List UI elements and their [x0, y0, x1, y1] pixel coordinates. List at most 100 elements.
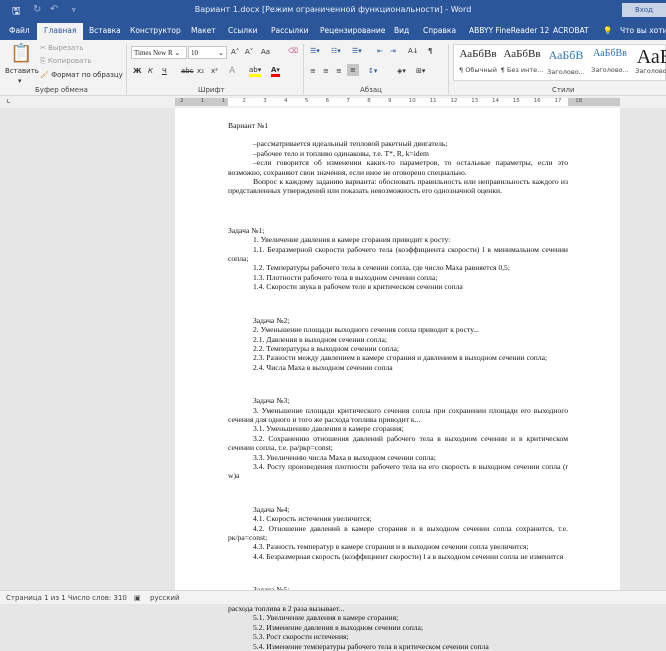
- task-item: 3.2. Сохранению отношения давлений рабоч…: [228, 433, 568, 453]
- shading-icon[interactable]: ◈▾: [397, 67, 406, 75]
- ruler[interactable]: ∟ 2 1 1 2 3 4 5 6 7 8 9 10 11 12 13 14 15 16 17 18: [0, 96, 666, 108]
- font-size-field[interactable]: 10 ⌄: [188, 46, 227, 59]
- tab-acrobat[interactable]: ACROBAT: [553, 26, 589, 35]
- align-center-icon[interactable]: ≡: [323, 67, 329, 75]
- align-left-icon[interactable]: ≡: [310, 67, 316, 75]
- tell-me-input[interactable]: Что вы хотите: [620, 26, 666, 35]
- tab-insert[interactable]: Вставка: [89, 26, 121, 35]
- clear-formatting-icon[interactable]: ⌫: [288, 47, 298, 55]
- text-effects-icon[interactable]: A: [229, 66, 235, 76]
- task-item: 1.2. Температуры рабочего тела в сечении…: [253, 263, 510, 273]
- task-heading: Задача №4;: [253, 504, 290, 514]
- decrease-indent-icon[interactable]: ⇤: [377, 47, 383, 55]
- divider: [303, 44, 304, 94]
- justify-icon[interactable]: ≡: [347, 64, 359, 76]
- tab-view[interactable]: Вид: [394, 26, 409, 35]
- style-normal[interactable]: АаБбВв ¶ Обычный: [456, 48, 500, 74]
- ruler-number: 5: [304, 98, 309, 104]
- change-case-button[interactable]: Aa: [261, 48, 270, 56]
- task-heading: Задача №1;: [228, 225, 265, 235]
- task-item: 4.2. Отношение давлений в камере сгорани…: [228, 523, 568, 542]
- bold-button[interactable]: Ж: [133, 67, 142, 75]
- window-title: Вариант 1.docx [Режим ограниченной функц…: [194, 5, 472, 14]
- ruler-number: 1: [200, 98, 205, 104]
- underline-button[interactable]: Ч: [162, 67, 167, 75]
- tab-file[interactable]: Файл: [9, 26, 30, 35]
- format-painter-button[interactable]: 🖌 Формат по образцу: [40, 71, 123, 79]
- align-right-icon[interactable]: ≡: [336, 67, 342, 75]
- show-marks-icon[interactable]: ¶: [428, 47, 432, 55]
- multilevel-list-icon[interactable]: ☰▾: [352, 47, 362, 55]
- tab-selector-icon[interactable]: ∟: [6, 98, 11, 105]
- task-item: 1. Увеличение давления в камере сгорания…: [253, 235, 451, 245]
- ruler-number: 16: [533, 98, 541, 104]
- tab-layout[interactable]: Макет: [191, 26, 216, 35]
- cut-label: Вырезать: [48, 44, 84, 52]
- ribbon-tabs: Файл Главная Вставка Конструктор Макет С…: [0, 21, 666, 40]
- document-body[interactable]: Вариант №1 –рассматривается идеальный теп…: [228, 121, 568, 651]
- increase-indent-icon[interactable]: ⇥: [390, 47, 396, 55]
- task-item: 4.1. Скорость истечения увеличится;: [253, 514, 372, 524]
- cut-button[interactable]: ✂ Вырезать: [40, 44, 83, 52]
- tab-help[interactable]: Справка: [423, 26, 456, 35]
- tab-home[interactable]: Главная: [37, 23, 84, 40]
- font-name-value: Times New R: [134, 49, 173, 57]
- paste-icon[interactable]: 📋: [10, 43, 32, 64]
- tab-review[interactable]: Рецензирование: [320, 26, 385, 35]
- style-heading-1[interactable]: АаБбВ Заголово...: [544, 48, 588, 76]
- word-count[interactable]: Число слов: 310: [68, 594, 127, 602]
- document-page[interactable]: Вариант №1 –рассматривается идеальный теп…: [175, 108, 620, 651]
- line-spacing-icon[interactable]: ↕▾: [368, 67, 377, 75]
- task-item: 5.3. Рост скорости истечения;: [253, 632, 349, 642]
- task-item: 5.2. Изменение давления в выходном сечен…: [253, 622, 424, 632]
- font-size-value: 10: [191, 49, 198, 57]
- page-count[interactable]: Страница 1 из 1: [6, 594, 66, 602]
- proofing-icon[interactable]: ▣: [134, 594, 141, 602]
- tab-references[interactable]: Ссылки: [228, 26, 257, 35]
- sort-icon[interactable]: A↓: [408, 47, 419, 55]
- ruler-number: 18: [575, 98, 583, 104]
- language[interactable]: русский: [150, 594, 180, 602]
- sign-in-button[interactable]: Вход: [622, 3, 666, 17]
- format-painter-label: Формат по образцу: [51, 71, 123, 79]
- italic-button[interactable]: К: [148, 67, 153, 75]
- paragraph-group-label: Абзац: [360, 86, 382, 94]
- grow-font-button[interactable]: A˄: [231, 48, 239, 56]
- paste-dropdown-icon[interactable]: ▾: [18, 77, 22, 85]
- bullets-icon[interactable]: ☰▾: [310, 47, 320, 55]
- task-section: Задача №1; 1. Увеличение давления в камер…: [228, 226, 568, 292]
- task-item: 3.3. Увеличению числа Маха в выходном се…: [253, 452, 436, 462]
- ruler-number: 14: [492, 98, 499, 104]
- paste-button[interactable]: Вставить: [5, 67, 39, 75]
- superscript-button[interactable]: x²: [211, 67, 218, 75]
- ruler-number: 11: [429, 98, 437, 104]
- tab-abbyy[interactable]: ABBYY FineReader 12: [469, 26, 549, 35]
- tab-design[interactable]: Конструктор: [130, 26, 181, 35]
- styles-gallery: АаБбВв ¶ Обычный АаБбВв ¶ Без инте... АаБб…: [453, 44, 666, 81]
- font-name-field[interactable]: Times New R ⌄: [131, 46, 187, 59]
- shrink-font-button[interactable]: A˅: [245, 48, 253, 56]
- status-bar: Страница 1 из 1 Число слов: 310 ▣ русски…: [0, 590, 666, 604]
- subscript-button[interactable]: x₂: [197, 67, 204, 75]
- font-color-icon[interactable]: A▾: [271, 66, 280, 77]
- copy-label: Копировать: [47, 57, 92, 65]
- task-heading: Задача №2;: [253, 315, 290, 325]
- copy-button[interactable]: ⎘ Копировать: [40, 57, 92, 66]
- borders-icon[interactable]: ⊞▾: [416, 67, 425, 75]
- ruler-number: 6: [325, 98, 330, 104]
- ruler-number: 9: [388, 98, 392, 104]
- task-item: 2.1. Давления в выходном сечении сопла;: [253, 334, 387, 344]
- numbering-icon[interactable]: ☷▾: [331, 47, 341, 55]
- style-no-spacing[interactable]: АаБбВв ¶ Без инте...: [500, 48, 544, 74]
- task-item: 5.4. Изменение температуры рабочего тела…: [253, 641, 489, 651]
- task-item: 5.1. Увеличение давления в камере сгоран…: [253, 613, 399, 623]
- intro-paragraph: Вопрос к каждому заданию варианта: обосн…: [228, 177, 568, 196]
- style-preview: АаБбВв: [459, 48, 497, 60]
- task-item: 3. Уменьшение площади критического сечен…: [228, 405, 568, 424]
- style-title[interactable]: АаБЗаголово...: [632, 48, 666, 75]
- style-heading-2[interactable]: АаБбВв Заголово...: [588, 48, 632, 74]
- highlight-color-icon[interactable]: ab▾: [249, 66, 262, 77]
- tab-mailings[interactable]: Рассылки: [271, 26, 309, 35]
- strikethrough-button[interactable]: abc: [181, 67, 194, 75]
- task-item: 4.4. Безразмерная скорость (коэффициент …: [253, 551, 564, 561]
